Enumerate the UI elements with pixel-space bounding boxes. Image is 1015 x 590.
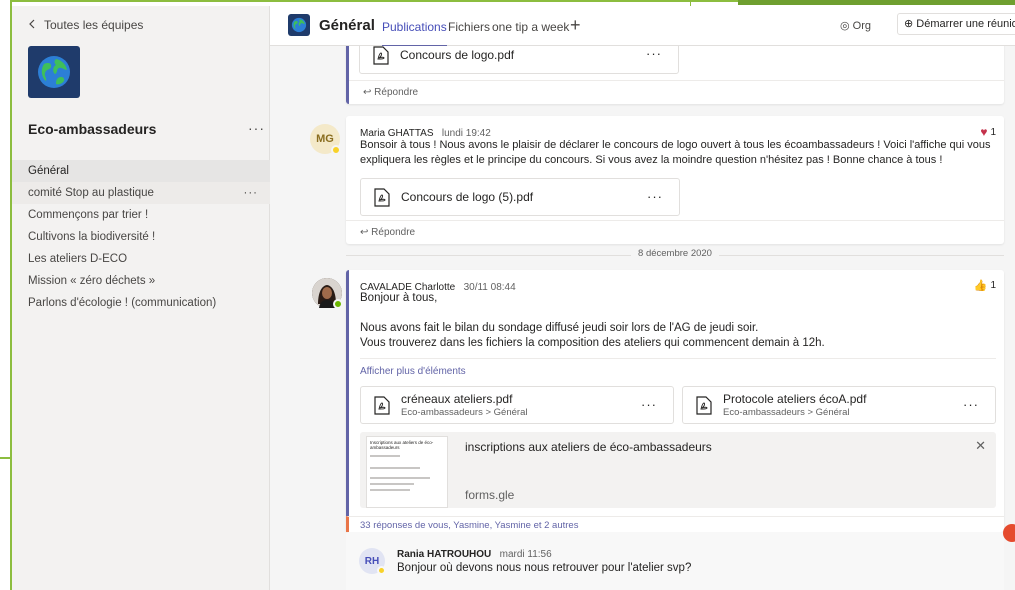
file-name: Protocole ateliers écoA.pdf: [723, 392, 867, 406]
file-path: Eco-ambassadeurs > Général: [401, 407, 528, 418]
channel-ateliers-deco[interactable]: Les ateliers D-ECO: [12, 248, 270, 270]
replies-summary-row[interactable]: 33 réponses de vous, Yasmine, Yasmine et…: [346, 516, 1004, 532]
link-title[interactable]: inscriptions aux ateliers de éco-ambassa…: [465, 440, 712, 454]
message-line: Nous avons fait le bilan du sondage diff…: [360, 322, 759, 334]
close-icon[interactable]: ✕: [975, 438, 986, 454]
avatar-maria[interactable]: MG: [310, 124, 341, 155]
pdf-file-icon: [695, 395, 713, 415]
channel-general[interactable]: Général: [12, 160, 270, 182]
link-domain: forms.gle: [465, 488, 515, 502]
file-path: Eco-ambassadeurs > Général: [723, 407, 850, 418]
tab-fichiers[interactable]: Fichiers: [448, 20, 490, 34]
channel-header: Général Publications Fichiers one tip a …: [270, 6, 1015, 47]
file-name: Concours de logo.pdf: [400, 48, 515, 62]
status-away-icon: [377, 566, 386, 575]
file-more-options[interactable]: ···: [646, 46, 662, 61]
timestamp: 30/11 08:44: [463, 282, 516, 293]
date-separator: 8 décembre 2020: [346, 248, 1004, 262]
org-button[interactable]: ◎ Org: [840, 19, 871, 32]
message-body: Bonjour où devons nous nous retrouver po…: [397, 562, 692, 574]
notification-icon[interactable]: [1003, 524, 1015, 542]
start-meeting-button[interactable]: ⊕ Démarrer une réunion: [897, 13, 1015, 35]
avatar-charlotte[interactable]: [312, 278, 343, 309]
post-charlotte: CAVALADE Charlotte 30/11 08:44 👍 1 Bonjo…: [346, 270, 1004, 532]
file-attachment-creneaux[interactable]: créneaux ateliers.pdf Eco-ambassadeurs >…: [360, 386, 674, 424]
back-label: Toutes les équipes: [44, 18, 144, 32]
avatar-rania[interactable]: RH: [359, 548, 386, 575]
channel-zero-dechets[interactable]: Mission « zéro déchets »: [12, 270, 270, 292]
team-name: Eco-ambassadeurs: [28, 121, 157, 137]
add-tab-button[interactable]: +: [570, 15, 581, 36]
back-to-all-teams[interactable]: Toutes les équipes: [28, 18, 143, 32]
tab-one-tip-a-week[interactable]: one tip a week: [492, 20, 569, 34]
channel-trier[interactable]: Commençons par trier !: [12, 204, 270, 226]
author-name[interactable]: Rania HATROUHOU: [397, 549, 491, 560]
globe-icon: [38, 56, 70, 88]
conversation-feed[interactable]: Concours de logo.pdf ··· ↩ Répondre MG M…: [270, 46, 1015, 590]
like-reaction[interactable]: 👍 1: [974, 279, 996, 292]
file-attachment-protocole[interactable]: Protocole ateliers écoA.pdf Eco-ambassad…: [682, 386, 996, 424]
reply-rania: RH Rania HATROUHOU mardi 11:56 Bonjour o…: [346, 532, 1004, 590]
reply-button[interactable]: ↩ Répondre: [346, 220, 1004, 244]
chevron-left-icon: [28, 18, 36, 32]
pdf-file-icon: [372, 46, 390, 65]
divider: [360, 358, 996, 359]
link-preview-card[interactable]: Inscriptions aux ateliers de éco-ambassa…: [360, 432, 996, 508]
status-online-icon: [333, 299, 343, 309]
file-name: créneaux ateliers.pdf: [401, 392, 513, 406]
channel-team-logo: [288, 14, 310, 36]
file-more-options[interactable]: ···: [641, 397, 657, 412]
tab-publications[interactable]: Publications: [382, 20, 447, 47]
heart-reaction[interactable]: ♥ 1: [980, 125, 996, 139]
pdf-file-icon: [373, 395, 391, 415]
channel-more-options[interactable]: ···: [244, 182, 259, 204]
status-away-icon: [331, 145, 341, 155]
eye-icon: ◎: [840, 20, 850, 32]
reply-button[interactable]: ↩ Répondre: [349, 80, 1004, 104]
reply-arrow-icon: ↩: [363, 87, 372, 98]
globe-icon: [291, 17, 307, 33]
reply-arrow-icon: ↩: [360, 227, 369, 238]
link-preview-thumbnail: Inscriptions aux ateliers de éco-ambassa…: [366, 436, 448, 508]
channel-list: Général comité Stop au plastique ··· Comm…: [12, 160, 270, 314]
channel-biodiversite[interactable]: Cultivons la biodiversité !: [12, 226, 270, 248]
replies-summary[interactable]: 33 réponses de vous, Yasmine, Yasmine et…: [360, 520, 578, 531]
file-attachment[interactable]: Concours de logo (5).pdf ···: [360, 178, 680, 216]
file-more-options[interactable]: ···: [647, 189, 663, 204]
thumbs-up-icon: 👍: [973, 280, 988, 292]
pdf-file-icon: [373, 187, 391, 207]
channel-stop-plastique[interactable]: comité Stop au plastique ···: [12, 182, 270, 204]
message-line: Vous trouverez dans les fichiers la comp…: [360, 337, 825, 349]
post-maria: Maria GHATTAS lundi 19:42 ♥ 1 Bonsoir à …: [346, 116, 1004, 244]
heart-icon: ♥: [980, 125, 988, 139]
timestamp: mardi 11:56: [499, 549, 552, 560]
team-more-options[interactable]: ···: [248, 120, 265, 136]
message-line: Bonjour à tous,: [360, 292, 438, 304]
window-frame-bar: [738, 0, 1015, 5]
team-logo[interactable]: [28, 46, 80, 98]
file-name: Concours de logo (5).pdf: [401, 190, 534, 204]
channel-title: Général: [319, 17, 375, 34]
window-frame-notch: [0, 457, 12, 459]
video-camera-icon: ⊕: [904, 18, 914, 30]
post-logo-contest-previous: Concours de logo.pdf ··· ↩ Répondre: [346, 46, 1004, 104]
channel-parlons-ecologie[interactable]: Parlons d'écologie ! (communication): [12, 292, 270, 314]
message-body: Bonsoir à tous ! Nous avons le plaisir d…: [360, 139, 991, 166]
show-more-link[interactable]: Afficher plus d'éléments: [360, 366, 466, 377]
file-more-options[interactable]: ···: [963, 397, 979, 412]
teams-sidebar: Toutes les équipes Eco-ambassadeurs ··· …: [12, 6, 270, 590]
file-attachment[interactable]: Concours de logo.pdf ···: [359, 46, 679, 74]
